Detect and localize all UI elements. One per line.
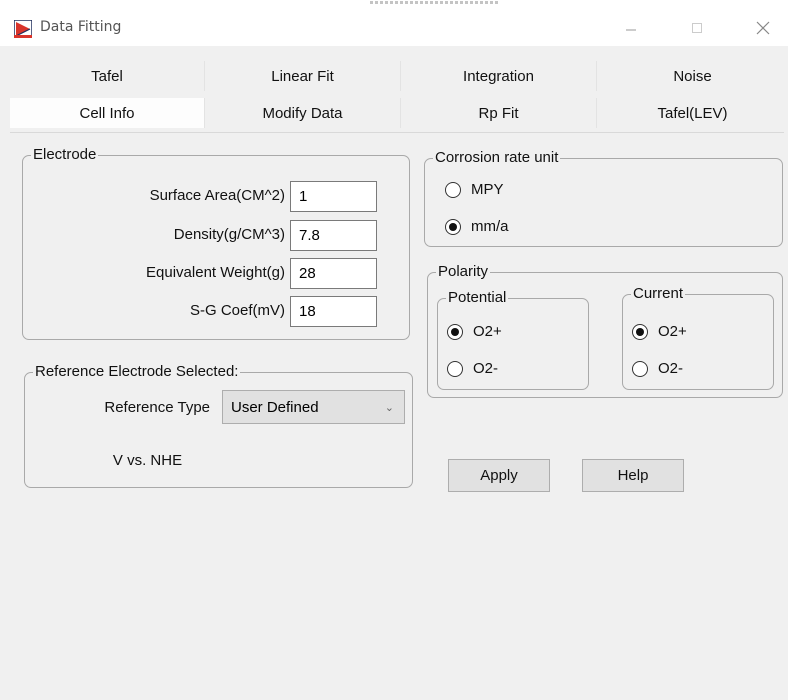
- reference-type-value: User Defined: [231, 399, 319, 416]
- corrosion-unit-mma-radio[interactable]: mm/a: [445, 218, 509, 235]
- title-bar: Data Fitting: [0, 10, 788, 46]
- corrosion-unit-mpy-label: MPY: [471, 181, 504, 198]
- reference-type-select[interactable]: User Defined ⌄: [222, 390, 405, 424]
- radio-button-selected[interactable]: [632, 323, 648, 340]
- minimize-button[interactable]: [608, 10, 654, 46]
- radio-button[interactable]: [632, 360, 648, 377]
- maximize-button[interactable]: [674, 10, 720, 46]
- radio-button[interactable]: [447, 360, 463, 377]
- window-title: Data Fitting: [40, 19, 122, 35]
- reference-electrode-group-title: Reference Electrode Selected:: [33, 363, 241, 381]
- tab-modify-data[interactable]: Modify Data: [205, 98, 401, 128]
- surface-area-label: Surface Area(CM^2): [149, 187, 285, 204]
- potential-o2-minus-label: O2-: [473, 360, 499, 377]
- radio-button-selected[interactable]: [447, 323, 463, 340]
- corrosion-unit-mma-label: mm/a: [471, 218, 509, 235]
- tab-noise[interactable]: Noise: [597, 61, 788, 91]
- background-window-fragment: [370, 0, 500, 6]
- potential-o2-minus-radio[interactable]: O2-: [447, 360, 498, 377]
- minimize-icon: [626, 29, 636, 31]
- tab-row-1: Tafel Linear Fit Integration Noise: [10, 61, 788, 91]
- close-button[interactable]: [740, 10, 786, 46]
- current-polarity-title: Current: [631, 285, 686, 303]
- tab-tafel-lev[interactable]: Tafel(LEV): [597, 98, 788, 128]
- polarity-group-title: Polarity: [436, 263, 491, 281]
- tab-row-2: Cell Info Modify Data Rp Fit Tafel(LEV): [10, 98, 788, 128]
- current-o2-plus-radio[interactable]: O2+: [632, 323, 687, 340]
- tab-integration[interactable]: Integration: [401, 61, 597, 91]
- density-label: Density(g/CM^3): [173, 226, 285, 243]
- potential-o2-plus-radio[interactable]: O2+: [447, 323, 502, 340]
- potential-polarity-title: Potential: [446, 289, 509, 307]
- corrosion-unit-mpy-radio[interactable]: MPY: [445, 181, 504, 198]
- chevron-down-icon: ⌄: [384, 402, 394, 414]
- current-o2-minus-radio[interactable]: O2-: [632, 360, 683, 377]
- potential-o2-plus-label: O2+: [473, 323, 502, 340]
- tab-cell-info[interactable]: Cell Info: [10, 98, 205, 128]
- help-button[interactable]: Help: [582, 459, 684, 492]
- tab-tafel[interactable]: Tafel: [10, 61, 205, 91]
- equivalent-weight-input[interactable]: [290, 258, 377, 289]
- radio-button[interactable]: [445, 181, 461, 198]
- radio-button-selected[interactable]: [445, 218, 461, 235]
- tab-linear-fit[interactable]: Linear Fit: [205, 61, 401, 91]
- reference-potential-text: V vs. NHE: [112, 452, 183, 469]
- sg-coef-label: S-G Coef(mV): [189, 302, 285, 319]
- data-fitting-app-icon: [14, 20, 32, 38]
- current-o2-plus-label: O2+: [658, 323, 687, 340]
- equivalent-weight-label: Equivalent Weight(g): [146, 264, 285, 281]
- current-o2-minus-label: O2-: [658, 360, 684, 377]
- apply-button[interactable]: Apply: [448, 459, 550, 492]
- reference-type-label: Reference Type: [104, 399, 210, 416]
- close-icon: [756, 21, 770, 35]
- surface-area-input[interactable]: [290, 181, 377, 212]
- density-input[interactable]: [290, 220, 377, 251]
- corrosion-rate-group-title: Corrosion rate unit: [433, 149, 561, 167]
- sg-coef-input[interactable]: [290, 296, 377, 327]
- maximize-icon: [692, 23, 702, 33]
- tab-rp-fit[interactable]: Rp Fit: [401, 98, 597, 128]
- electrode-group-title: Electrode: [31, 146, 99, 164]
